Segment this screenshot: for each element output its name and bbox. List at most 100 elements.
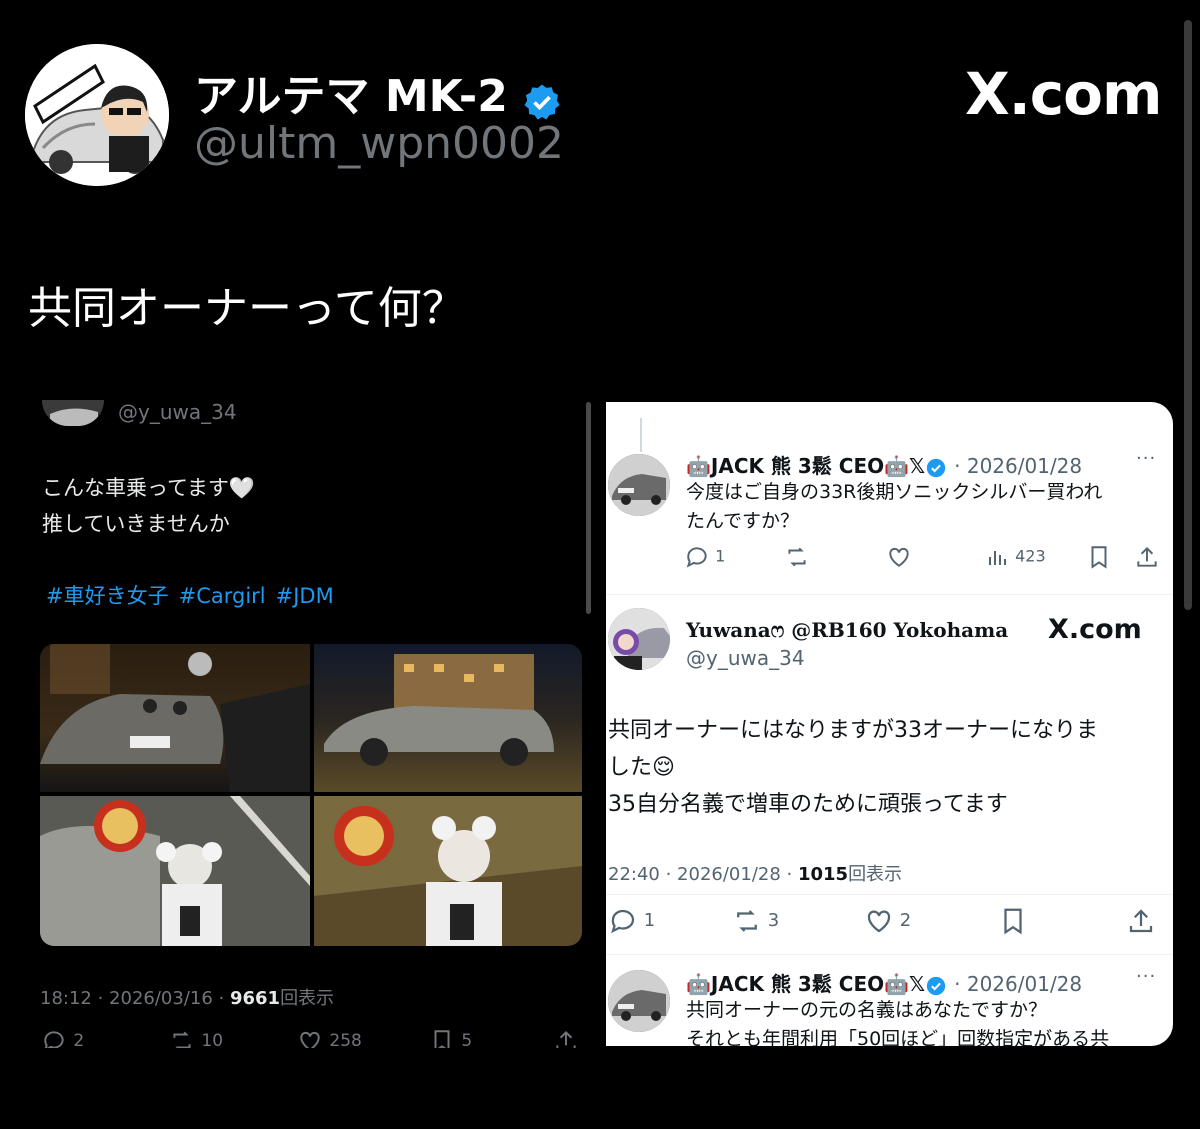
verified-badge-icon [522, 74, 562, 125]
reply-author[interactable]: 🤖JACK 熊 3鬆 CEO🤖𝕏 · 2026/01/28 [686, 450, 1082, 479]
reply-avatar[interactable] [608, 970, 670, 1032]
reply-text-line: 今度はご自身の33R後期ソニックシルバー買われ [686, 481, 1103, 503]
embedded-scrollbar[interactable] [586, 402, 591, 614]
views-count: 423 [1015, 546, 1046, 566]
site-logo: X.com [965, 60, 1162, 128]
bookmark-icon [1086, 546, 1112, 569]
reply-text: 共同オーナーの元の名義はあなたですか？ それとも年間利用「50回ほど」回数指定が… [686, 996, 1109, 1046]
user-handle[interactable]: @ultm_wpn0002 [194, 118, 564, 169]
share-button[interactable] [552, 1028, 580, 1048]
heart-icon [886, 547, 912, 567]
divider [606, 894, 1173, 895]
views-button[interactable]: 423 [986, 544, 1046, 570]
hashtag-link[interactable]: #Cargirl [179, 584, 266, 608]
reply-button[interactable]: 1 [684, 544, 725, 570]
share-icon [1134, 546, 1160, 567]
repost-count: 3 [767, 910, 780, 931]
embedded-views-count: 9661 [229, 988, 281, 1009]
hashtag-list: #車好き女子 #Cargirl #JDM [46, 580, 344, 610]
avatar-illustration [25, 44, 169, 186]
embedded-screenshot-right: 🤖JACK 熊 3鬆 CEO🤖𝕏 · 2026/01/28 ··· 今度はご自身… [606, 402, 1173, 1046]
reply-author-name: 🤖JACK 熊 3鬆 CEO🤖𝕏 [686, 454, 926, 478]
embedded-handle[interactable]: @y_uwa_34 [118, 400, 237, 424]
divider [606, 954, 1173, 955]
bookmark-icon [428, 1030, 456, 1048]
reply-count: 1 [715, 546, 726, 566]
like-count: 258 [329, 1031, 362, 1048]
share-button[interactable] [1134, 544, 1160, 570]
reply-date: · 2026/01/28 [954, 454, 1083, 478]
reply-date: · 2026/01/28 [954, 972, 1083, 996]
reply-icon [608, 909, 638, 934]
main-tweet-meta: 22:40 · 2026/01/28 · 1015回表示 [608, 860, 902, 886]
embedded-avatar [42, 400, 104, 426]
main-views-count: 1015 [797, 864, 849, 885]
main-tweet-line: した😌 [608, 755, 675, 780]
main-tweet-line: 共同オーナーにはなりますが33オーナーになりま [608, 718, 1098, 743]
page-scrollbar[interactable] [1184, 20, 1192, 610]
like-count: 2 [899, 910, 912, 931]
repost-icon [732, 910, 762, 932]
reply-text: 今度はご自身の33R後期ソニックシルバー買われ たんですか？ [686, 478, 1102, 536]
reply-text-line: それとも年間利用「50回ほど」回数指定がある共 [686, 1028, 1110, 1046]
embedded-tweet-text: こんな車乗ってます🤍 推していきませんか [42, 470, 255, 542]
share-button[interactable] [1126, 906, 1156, 936]
profile-avatar[interactable] [25, 44, 169, 186]
reply-text-line: 共同オーナーの元の名義はあなたですか？ [686, 999, 1048, 1021]
reply-icon [684, 547, 710, 568]
author-name[interactable]: Yuwanaෆ @RB160 Yokohama [686, 618, 1008, 642]
reply-button[interactable]: 2 [40, 1028, 84, 1048]
hashtag-link[interactable]: #車好き女子 [46, 584, 169, 608]
bookmark-count: 5 [461, 1031, 473, 1048]
display-name-text: アルテマ MK-2 [194, 71, 508, 122]
repost-icon [784, 547, 810, 567]
reply-count: 2 [73, 1031, 85, 1048]
bookmark-button[interactable] [998, 906, 1028, 936]
reply-author[interactable]: 🤖JACK 熊 3鬆 CEO🤖𝕏 · 2026/01/28 [686, 968, 1082, 997]
car-photo-2[interactable] [314, 644, 582, 792]
repost-button[interactable]: 10 [168, 1028, 223, 1048]
share-icon [1126, 909, 1156, 933]
embedded-tweet-meta: 18:12 · 2026/03/16 · 9661回表示 [40, 984, 334, 1010]
owner-photo-1[interactable] [40, 796, 310, 946]
main-tweet-text: 共同オーナーにはなりますが33オーナーになりま した😌 35自分名義で増車のため… [608, 712, 1098, 823]
verified-badge-icon [925, 972, 947, 996]
embedded-text-line: こんな車乗ってます🤍 [42, 476, 256, 500]
car-photo-1[interactable] [40, 644, 310, 792]
reply-button[interactable]: 1 [608, 906, 655, 936]
like-button[interactable] [886, 544, 912, 570]
display-name[interactable]: アルテマ MK-2 [194, 60, 562, 125]
embedded-timestamp: 18:12 · 2026/03/16 · [40, 988, 230, 1009]
like-button[interactable]: 258 [296, 1028, 362, 1048]
author-handle[interactable]: @y_uwa_34 [686, 646, 805, 670]
main-views-label: 回表示 [848, 864, 903, 885]
analytics-icon [986, 547, 1010, 566]
heart-icon [864, 910, 894, 933]
bookmark-icon [998, 908, 1028, 935]
heart-icon [296, 1031, 324, 1048]
embedded-text-line: 推していきませんか [42, 512, 230, 536]
like-button[interactable]: 2 [864, 906, 911, 936]
main-timestamp: 22:40 · 2026/01/28 · [608, 864, 798, 885]
tweet-text: 共同オーナーって何？ [28, 283, 466, 334]
hashtag-link[interactable]: #JDM [276, 584, 334, 608]
embedded-actions: 2 10 258 5 [40, 1028, 580, 1048]
reply-icon [40, 1031, 68, 1048]
embedded-views-label: 回表示 [280, 988, 335, 1009]
verified-badge-icon [925, 454, 947, 478]
divider [606, 594, 1173, 595]
more-options-icon[interactable]: ··· [1136, 966, 1156, 987]
more-options-icon[interactable]: ··· [1136, 448, 1156, 469]
reply-avatar[interactable] [608, 454, 670, 516]
thread-line [640, 418, 642, 452]
repost-button[interactable]: 3 [732, 906, 779, 936]
author-avatar[interactable] [608, 608, 670, 670]
share-icon [552, 1030, 580, 1048]
bookmark-button[interactable]: 5 [428, 1028, 472, 1048]
main-tweet-line: 35自分名義で増車のために頑張ってます [608, 792, 1008, 817]
bookmark-button[interactable] [1086, 544, 1112, 570]
repost-button[interactable] [784, 544, 810, 570]
owner-photo-2[interactable] [314, 796, 582, 946]
repost-icon [168, 1031, 196, 1048]
site-logo: X.com [1048, 614, 1142, 645]
